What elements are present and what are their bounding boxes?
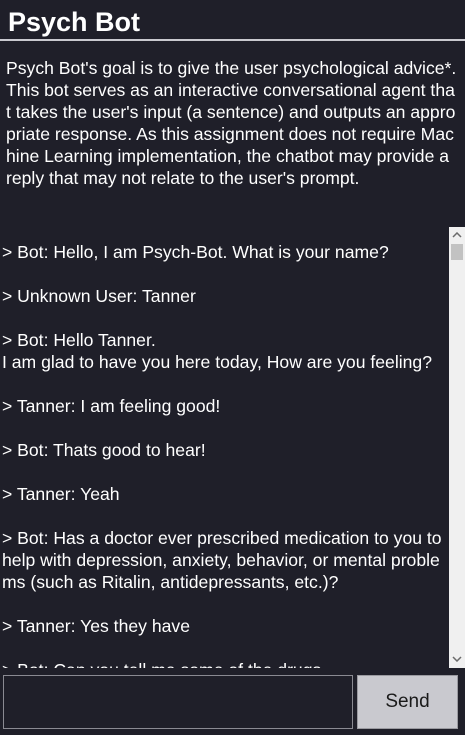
app-window: Psych Bot Psych Bot's goal is to give th… — [0, 0, 465, 735]
arrow-down-icon[interactable] — [449, 651, 465, 668]
scrollbar-thumb[interactable] — [451, 244, 463, 260]
description-goal: Psych Bot's goal is to give the user psy… — [6, 58, 457, 78]
chat-message: > Bot: Thats good to hear! — [2, 440, 206, 460]
chat-message: > Tanner: Yeah — [2, 484, 120, 504]
chat-message: > Tanner: I am feeling good! — [2, 396, 221, 416]
chat-message: > Bot: Can you tell me some of the drugs — [2, 659, 449, 668]
message-input[interactable] — [3, 675, 353, 729]
chat-messages: > Bot: Hello, I am Psych-Bot. What is yo… — [2, 241, 449, 668]
chat-message: > Bot: Hello, I am Psych-Bot. What is yo… — [2, 242, 389, 262]
arrow-up-icon[interactable] — [449, 227, 465, 244]
app-title: Psych Bot — [8, 7, 141, 37]
chat-log[interactable]: > Bot: Hello, I am Psych-Bot. What is yo… — [0, 227, 449, 668]
chat-scrollbar[interactable] — [449, 227, 465, 668]
send-button[interactable]: Send — [357, 675, 458, 729]
chat-message: > Tanner: Yes they have — [2, 616, 190, 636]
input-row: Send — [0, 668, 465, 735]
arrow-down-icon-glyph — [452, 656, 462, 663]
description-details: This bot serves as an interactive conver… — [6, 80, 456, 188]
chat-message: > Unknown User: Tanner — [2, 286, 196, 306]
chat-message: > Bot: Has a doctor ever prescribed medi… — [2, 528, 447, 592]
bot-description: Psych Bot's goal is to give the user psy… — [6, 57, 458, 225]
arrow-up-icon-glyph — [452, 231, 462, 238]
chat-message: > Bot: Hello Tanner. I am glad to have y… — [2, 330, 433, 372]
title-bar: Psych Bot — [0, 0, 465, 41]
